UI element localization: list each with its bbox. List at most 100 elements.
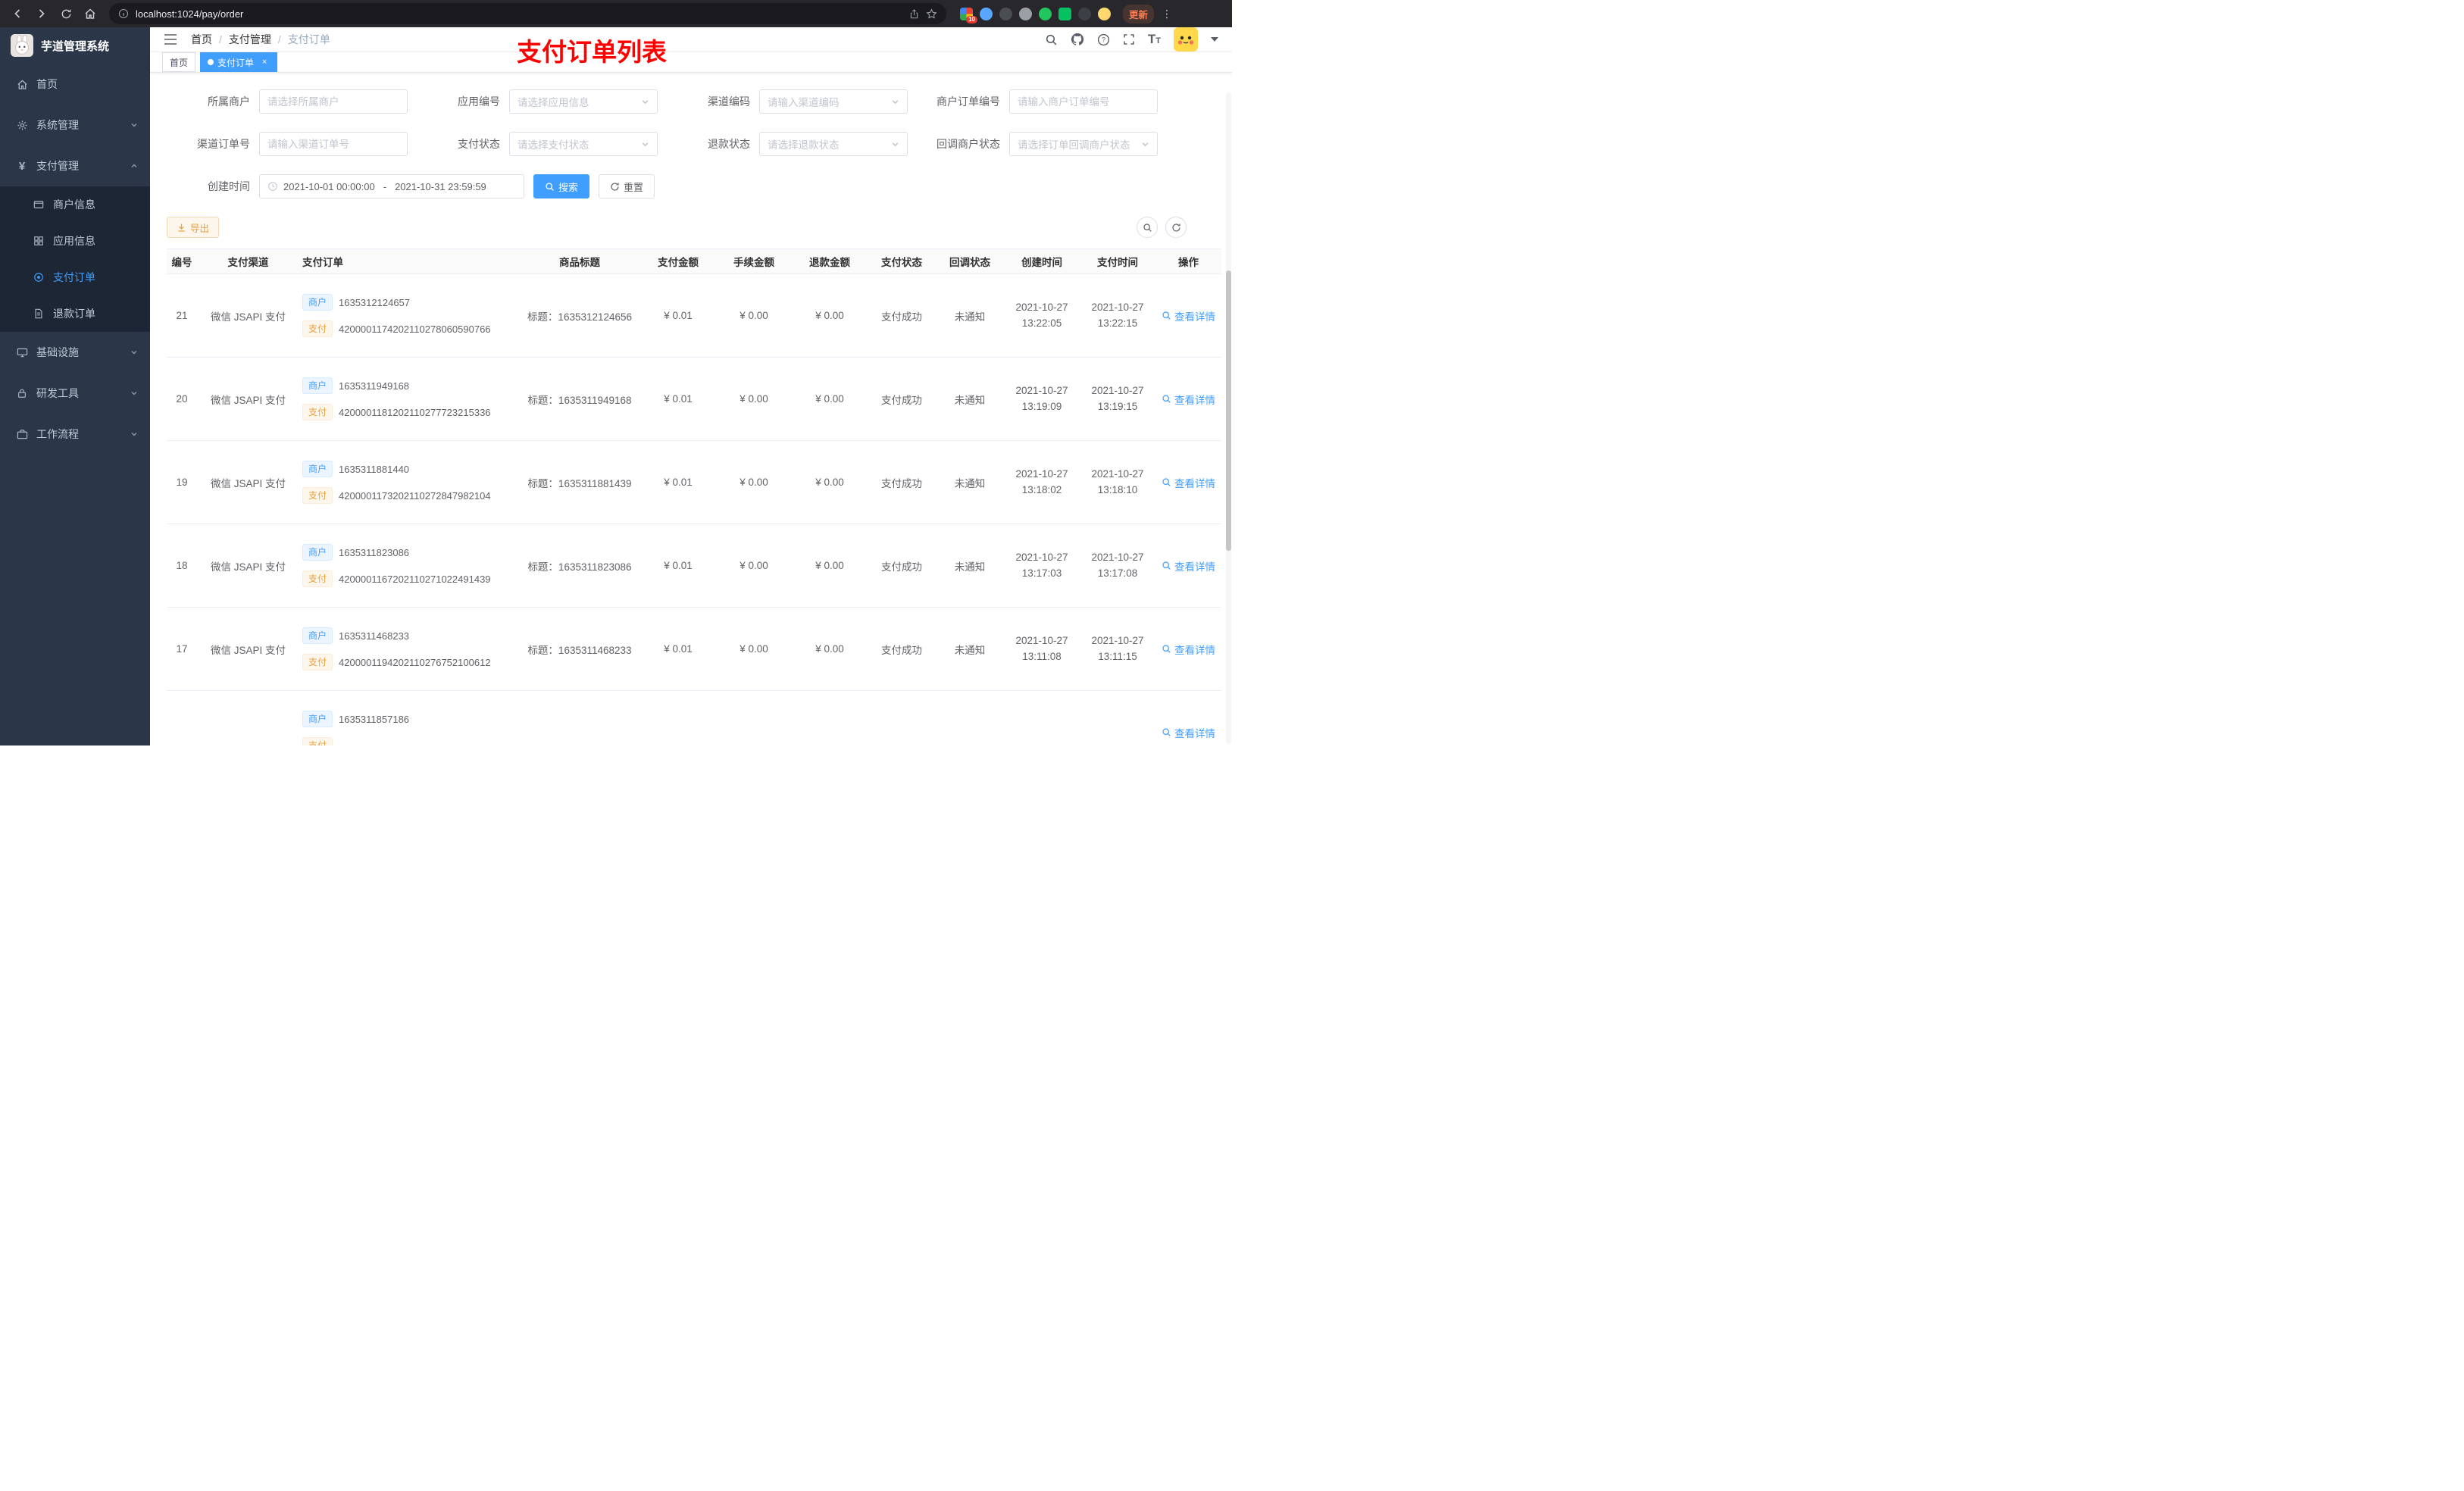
- pay-status-select[interactable]: 请选择支付状态: [509, 132, 658, 156]
- cell-channel: 微信 JSAPI 支付: [210, 394, 286, 406]
- bookmark-star-icon[interactable]: [926, 8, 937, 20]
- user-avatar[interactable]: [1174, 27, 1198, 52]
- sidebar-item-label: 系统管理: [36, 119, 79, 131]
- channel-order-no: 4200001167202110271022491439: [339, 573, 491, 585]
- sidebar-item-pay-order[interactable]: 支付订单: [0, 259, 150, 295]
- tab-close-icon[interactable]: ×: [259, 57, 270, 67]
- cell-title: 标题：1635311468233: [527, 644, 632, 656]
- merchant-tag: 商户: [302, 711, 333, 727]
- cell-create-time: 2021-10-27 13:17:03: [1015, 552, 1068, 579]
- extension-icon[interactable]: [1078, 7, 1091, 20]
- cell-pay-order: 商户 1635311823086 支付 42000011672021102710…: [299, 544, 519, 587]
- breadcrumb-pay-mgmt[interactable]: 支付管理: [229, 32, 271, 47]
- cell-pay-time: 2021-10-27 13:18:10: [1091, 468, 1144, 495]
- extension-icon[interactable]: [999, 7, 1012, 20]
- browser-update-button[interactable]: 更新: [1123, 4, 1155, 23]
- extension-icon[interactable]: [1058, 7, 1071, 20]
- sidebar-item-home[interactable]: 首页: [0, 64, 150, 105]
- view-detail-link[interactable]: 查看详情: [1162, 725, 1215, 740]
- svg-text:?: ?: [1102, 36, 1105, 43]
- export-button[interactable]: 导出: [167, 217, 220, 238]
- hamburger-icon[interactable]: [161, 31, 180, 48]
- extension-icon[interactable]: [1019, 7, 1032, 20]
- view-detail-link[interactable]: 查看详情: [1162, 392, 1215, 407]
- search-icon[interactable]: [1045, 33, 1058, 46]
- cell-refund: ¥ 0.00: [815, 393, 844, 405]
- site-info-icon[interactable]: [118, 8, 129, 19]
- merchant-order-no-input[interactable]: [1009, 89, 1158, 114]
- search-button[interactable]: 搜索: [533, 174, 590, 198]
- sidebar-item-refund-order[interactable]: 退款订单: [0, 295, 150, 332]
- cell-id: 17: [176, 643, 188, 655]
- magnifier-icon: [1162, 395, 1171, 403]
- view-detail-link[interactable]: 查看详情: [1162, 558, 1215, 574]
- cell-amount: ¥ 0.01: [664, 643, 693, 655]
- grid-icon: [32, 236, 45, 246]
- sidebar-item-pay[interactable]: ¥ 支付管理: [0, 145, 150, 186]
- cell-action: 查看详情: [1155, 392, 1221, 407]
- create-time-range-picker[interactable]: 2021-10-01 00:00:00 - 2021-10-31 23:59:5…: [259, 174, 524, 198]
- gear-icon: [15, 120, 29, 131]
- url-text[interactable]: localhost:1024/pay/order: [136, 8, 902, 20]
- cell-create-time: 2021-10-27 13:22:05: [1015, 302, 1068, 329]
- share-icon[interactable]: [909, 8, 919, 19]
- refresh-button[interactable]: [1165, 217, 1187, 238]
- chevron-down-icon: [891, 140, 899, 148]
- breadcrumb-home[interactable]: 首页: [191, 32, 212, 47]
- sidebar-item-label: 基础设施: [36, 346, 79, 358]
- extension-icon[interactable]: [1039, 7, 1052, 20]
- browser-profile-avatar[interactable]: [1098, 7, 1111, 20]
- channel-order-no: 4200001181202110277723215336: [339, 406, 491, 418]
- cell-channel: 微信 JSAPI 支付: [210, 477, 286, 489]
- caret-down-icon[interactable]: [1211, 37, 1218, 42]
- merchant-order-no: 1635311949168: [339, 380, 410, 392]
- logo-rabbit-avatar: [11, 34, 33, 57]
- merchant-filter-input[interactable]: [259, 89, 408, 114]
- view-detail-link[interactable]: 查看详情: [1162, 308, 1215, 324]
- channel-code-select[interactable]: 请输入渠道编码: [759, 89, 908, 114]
- reset-button[interactable]: 重置: [599, 174, 655, 198]
- fullscreen-icon[interactable]: [1123, 33, 1135, 45]
- app-no-select[interactable]: 请选择应用信息: [509, 89, 658, 114]
- cell-notify-status: 未通知: [954, 561, 986, 573]
- cell-pay-order: 商户 1635311949168 支付 42000011812021102777…: [299, 377, 519, 420]
- sidebar-item-system[interactable]: 系统管理: [0, 105, 150, 145]
- sidebar-item-dev-tools[interactable]: 研发工具: [0, 373, 150, 414]
- sidebar-item-workflow[interactable]: 工作流程: [0, 414, 150, 455]
- active-dot: [208, 59, 214, 65]
- address-bar[interactable]: localhost:1024/pay/order: [109, 3, 946, 24]
- page-scrollbar[interactable]: [1226, 92, 1231, 744]
- browser-reload-button[interactable]: [56, 4, 76, 23]
- cell-id: 18: [176, 560, 188, 571]
- cell-pay-order: 商户 1635312124657 支付 42000011742021102780…: [299, 294, 519, 337]
- sidebar-item-merchant-info[interactable]: 商户信息: [0, 186, 150, 223]
- cell-notify-status: 未通知: [954, 311, 986, 323]
- font-size-icon[interactable]: TT: [1148, 32, 1161, 47]
- refund-status-select[interactable]: 请选择退款状态: [759, 132, 908, 156]
- help-icon[interactable]: ?: [1097, 33, 1110, 46]
- extension-icon[interactable]: [980, 7, 993, 20]
- notify-status-select[interactable]: 请选择订单回调商户状态: [1009, 132, 1158, 156]
- navbar: 首页 / 支付管理 / 支付订单 ? TT: [150, 27, 1232, 52]
- view-detail-link[interactable]: 查看详情: [1162, 642, 1215, 657]
- tab-pay-order[interactable]: 支付订单 ×: [200, 52, 278, 72]
- sidebar-item-infra[interactable]: 基础设施: [0, 332, 150, 373]
- cell-pay-status: 支付成功: [881, 311, 922, 323]
- sidebar-item-app-info[interactable]: 应用信息: [0, 223, 150, 259]
- cell-notify-status: 未通知: [954, 644, 986, 656]
- toggle-search-button[interactable]: [1137, 217, 1158, 238]
- merchant-order-no: 1635311468233: [339, 630, 410, 642]
- browser-forward-button[interactable]: [32, 4, 52, 23]
- browser-menu-icon[interactable]: ⋮: [1162, 8, 1172, 19]
- scrollbar-thumb[interactable]: [1226, 270, 1231, 551]
- tab-home[interactable]: 首页: [162, 52, 196, 72]
- header-cell: 支付渠道: [227, 257, 269, 268]
- view-detail-link[interactable]: 查看详情: [1162, 475, 1215, 490]
- extension-icon[interactable]: 10: [960, 7, 977, 23]
- cell-action: 查看详情: [1155, 642, 1221, 657]
- channel-order-no-input[interactable]: [259, 132, 408, 156]
- browser-back-button[interactable]: [8, 4, 27, 23]
- chevron-down-icon: [1141, 140, 1149, 148]
- browser-home-button[interactable]: [80, 4, 100, 23]
- github-icon[interactable]: [1071, 33, 1084, 46]
